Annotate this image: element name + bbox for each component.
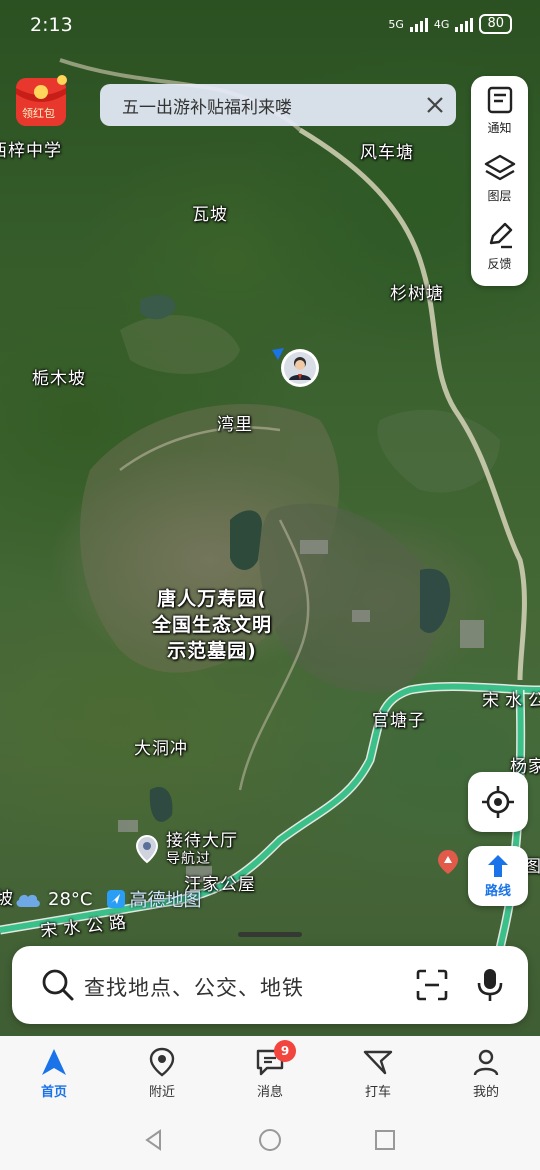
amap-logo-icon	[107, 890, 126, 908]
status-time: 2:13	[30, 14, 73, 36]
nav-home-label: 首页	[40, 1084, 67, 1100]
drag-handle[interactable]	[238, 932, 302, 937]
promo-banner-text: 五一出游补贴福利来喽	[122, 97, 292, 118]
feedback-icon	[489, 222, 512, 248]
bottom-nav: 首页 附近 消息 9 打车 我的	[0, 1036, 540, 1110]
route-arrow-icon	[488, 855, 508, 877]
map-label-guantangzi[interactable]: 官塘子	[372, 706, 426, 731]
map-label-tangren-line3: 示范墓园)	[167, 640, 257, 662]
microphone-icon[interactable]	[476, 967, 504, 1003]
map-label-zhimupo[interactable]: 栀木坡	[32, 364, 86, 389]
system-nav-bar	[0, 1110, 540, 1170]
search-icon	[42, 969, 74, 1001]
map-tools-panel: 通知 图层 反馈	[471, 76, 528, 286]
scan-icon[interactable]	[416, 969, 448, 1001]
taxi-icon	[363, 1050, 393, 1074]
home-navigation-icon	[42, 1048, 66, 1075]
profile-icon	[473, 1049, 499, 1075]
signal-icon-2	[455, 16, 474, 32]
map-label-tangren-line2: 全国生态文明	[151, 614, 272, 636]
red-packet-icon	[16, 75, 67, 126]
tool-feedback[interactable]: 反馈	[471, 212, 528, 280]
map-label-school[interactable]: 西梓中学	[0, 136, 62, 161]
red-packet-label: 领红包	[22, 107, 55, 120]
search-bar[interactable]: 查找地点、公交、地铁	[12, 946, 528, 1024]
layers-icon	[484, 154, 515, 180]
map-label-po-left: 坡	[0, 889, 14, 909]
map-label-daohangguo: 导航过	[166, 851, 211, 867]
promo-banner[interactable]: 五一出游补贴福利来喽	[100, 84, 456, 126]
search-input[interactable]: 查找地点、公交、地铁	[84, 972, 304, 1002]
nav-messages[interactable]: 消息 9	[216, 1036, 324, 1110]
nav-taxi[interactable]: 打车	[324, 1036, 432, 1110]
tool-layers-label: 图层	[487, 188, 512, 203]
recents-icon[interactable]	[373, 1128, 397, 1152]
nav-nearby-label: 附近	[148, 1084, 175, 1100]
satellite-map[interactable]: 西梓中学 风车塘 瓦坡 杉树塘 栀木坡 湾里 唐人万寿园( 全国生态文明 示范墓…	[0, 0, 540, 1040]
nav-profile[interactable]: 我的	[432, 1036, 540, 1110]
tool-notice[interactable]: 通知	[471, 76, 528, 144]
brand-name: 高德地图	[129, 890, 202, 911]
poi-pin-icon[interactable]	[135, 834, 159, 864]
brand-logo: 高德地图	[106, 886, 201, 912]
location-pin-icon	[149, 1047, 175, 1076]
tool-feedback-label: 反馈	[487, 256, 512, 271]
notice-icon	[487, 86, 512, 113]
nav-nearby[interactable]: 附近	[108, 1036, 216, 1110]
tool-notice-label: 通知	[487, 120, 512, 135]
net-label-2: 4G	[433, 17, 450, 31]
map-label-dadongchong[interactable]: 大洞冲	[134, 734, 188, 759]
signal-icon	[409, 16, 428, 32]
nav-messages-label: 消息	[256, 1084, 283, 1100]
back-icon[interactable]	[142, 1128, 166, 1152]
status-bar: 2:13 5G 4G 80	[0, 0, 540, 52]
net-label-1: 5G	[388, 17, 404, 31]
nav-taxi-label: 打车	[364, 1084, 391, 1100]
map-label-tangren[interactable]: 唐人万寿园( 全国生态文明 示范墓园)	[132, 586, 292, 664]
message-badge: 9	[274, 1040, 296, 1062]
nav-home[interactable]: 首页	[0, 1036, 108, 1110]
route-label: 路线	[484, 884, 511, 899]
red-packet-button[interactable]: 领红包	[12, 72, 70, 130]
locate-button[interactable]	[468, 772, 528, 832]
battery-indicator: 80	[479, 14, 512, 34]
map-label-fengchetang[interactable]: 风车塘	[360, 138, 414, 163]
nav-profile-label: 我的	[472, 1084, 499, 1100]
locate-icon	[482, 786, 514, 818]
map-label-tangren-line1: 唐人万寿园(	[157, 588, 267, 610]
cloud-icon	[16, 894, 40, 907]
map-terrain	[0, 58, 540, 961]
weather-temp: 28°C	[48, 888, 93, 910]
home-icon[interactable]	[258, 1128, 282, 1152]
status-indicators: 5G 4G 80	[388, 14, 512, 34]
close-icon[interactable]	[424, 94, 446, 116]
route-button[interactable]: 路线	[468, 846, 528, 906]
weather-widget[interactable]: 28°C 高德地图	[14, 886, 201, 912]
map-label-wapo[interactable]: 瓦坡	[192, 200, 228, 225]
user-location-marker[interactable]	[270, 346, 322, 392]
poi-red-pin-icon[interactable]	[436, 848, 460, 876]
tool-layers[interactable]: 图层	[471, 144, 528, 212]
map-label-wanli[interactable]: 湾里	[217, 410, 253, 435]
map-label-shanshutang[interactable]: 杉树塘	[390, 279, 444, 304]
map-label-road-right: 宋水公	[482, 691, 540, 711]
